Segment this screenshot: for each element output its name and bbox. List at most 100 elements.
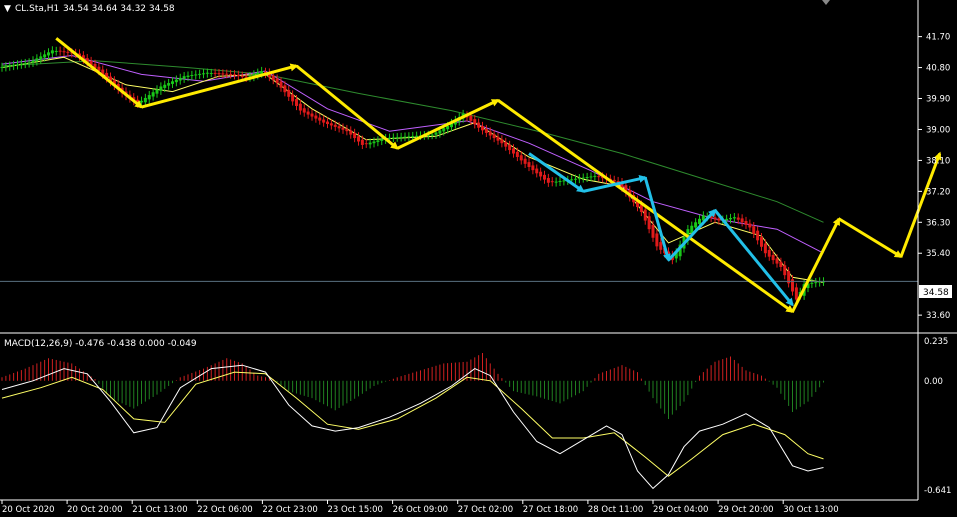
candle-body [488, 131, 492, 136]
candle [484, 124, 488, 138]
candle-body [198, 73, 202, 75]
candle-body [771, 254, 775, 261]
price-tick-label: 39.00 [926, 125, 950, 135]
candle-body [31, 60, 35, 63]
price-panel[interactable] [0, 37, 942, 313]
macd-axis: 0.235 0.00 -0.641 [924, 337, 951, 496]
candle-body [732, 217, 736, 219]
candle-body [171, 81, 174, 84]
candle [295, 94, 298, 111]
chart-canvas[interactable]: ▼ CL.Sta,H1 34.54 34.64 34.32 34.58 MACD… [0, 0, 957, 517]
yellow-arrow [838, 217, 903, 258]
macd-line [1, 364, 824, 490]
candle-body [287, 89, 291, 97]
candle-body [752, 226, 756, 234]
price-tick-label: 38.10 [926, 156, 950, 166]
candle [744, 216, 748, 229]
candle-body [744, 221, 748, 225]
candle-body [481, 126, 484, 131]
candle [523, 154, 527, 168]
candle [756, 226, 760, 245]
candle-body [4, 66, 8, 68]
macd-panel[interactable] [1, 353, 824, 490]
price-tick-label: 36.30 [926, 218, 950, 228]
scroll-marker-icon[interactable] [822, 0, 830, 5]
candle-body [151, 92, 155, 97]
time-tick-label: 27 Oct 18:00 [523, 505, 578, 515]
candle-body [314, 115, 318, 119]
candle-body [442, 128, 446, 132]
candle-body [217, 73, 221, 75]
candle [391, 133, 395, 143]
macd-tick-label: -0.641 [924, 486, 951, 496]
price-tick-label: 37.20 [926, 187, 950, 197]
candle-body [760, 237, 763, 247]
candle-body [8, 65, 12, 67]
candle-body [357, 136, 360, 142]
candle [527, 157, 531, 172]
candle [202, 69, 205, 79]
candle [477, 118, 481, 132]
candle-body [446, 126, 450, 130]
candle [287, 85, 291, 101]
time-tick-label: 29 Oct 04:00 [653, 505, 708, 515]
candle-body [391, 137, 395, 139]
price-tick-label: 35.40 [926, 249, 950, 259]
candle-body [221, 73, 225, 75]
candle-body [492, 134, 496, 139]
candle-body [597, 176, 601, 178]
candle-body [740, 218, 744, 223]
candle-body [512, 148, 515, 154]
time-tick-label: 20 Oct 20:00 [67, 505, 122, 515]
candle-body [43, 54, 47, 58]
price-axis: 41.70 40.80 39.90 39.00 38.10 37.20 36.30 35.40… [918, 33, 950, 321]
yellow-arrow [899, 151, 942, 258]
candle-body [35, 58, 39, 62]
candle-body [515, 151, 519, 157]
candle [159, 82, 163, 95]
candle-body [66, 51, 70, 53]
symbol-dropdown-icon[interactable]: ▼ [4, 4, 11, 14]
candle-body [23, 63, 27, 65]
time-tick-label: 29 Oct 20:00 [718, 505, 773, 515]
candle-body [159, 86, 163, 91]
candle-body [225, 73, 229, 75]
candle-body [213, 72, 217, 74]
candle-body [767, 250, 771, 257]
price-tick-label: 40.80 [926, 64, 950, 74]
candle [62, 47, 66, 57]
candle [481, 121, 484, 135]
candle [508, 140, 512, 155]
candle [314, 111, 318, 123]
time-tick-label: 22 Oct 06:00 [197, 505, 252, 515]
candle [647, 212, 651, 234]
candle-body [519, 155, 523, 161]
candle-body [174, 79, 178, 83]
candle [364, 139, 368, 148]
candle-body [558, 181, 562, 183]
candle [50, 46, 54, 58]
candle-body [47, 52, 50, 56]
candle-body [508, 144, 512, 151]
candle-body [19, 63, 23, 65]
candle-body [651, 224, 655, 238]
candle [407, 132, 411, 141]
candle [326, 117, 329, 129]
candle-body [337, 126, 341, 129]
candle [39, 52, 43, 64]
candle-body [380, 139, 384, 141]
candle [205, 68, 209, 78]
candle-body [376, 140, 380, 143]
candle-body [531, 165, 535, 171]
candle [194, 70, 198, 80]
time-tick-label: 27 Oct 02:00 [458, 505, 513, 515]
candle-body [736, 217, 740, 220]
candle-body [388, 137, 391, 139]
candle [171, 77, 174, 89]
candle [353, 128, 357, 143]
candle-body [546, 178, 550, 183]
candle-body [27, 62, 31, 64]
candle [174, 75, 178, 87]
candle-body [643, 209, 647, 221]
candle [345, 124, 349, 136]
